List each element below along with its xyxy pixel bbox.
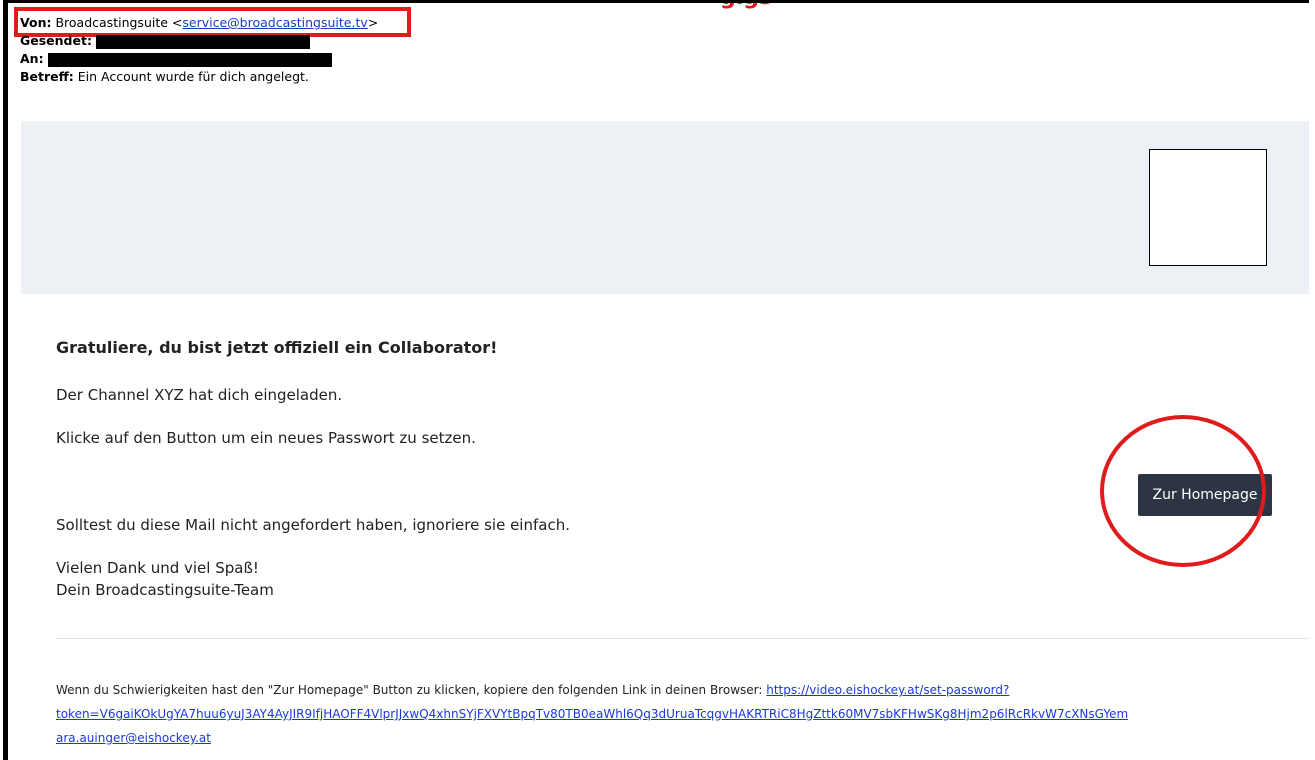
footer-line-3: ara.auinger@eishockey.at [56,726,1128,750]
button-highlight-circle [1100,415,1266,567]
password-link-part3[interactable]: ara.auinger@eishockey.at [56,731,211,745]
to-row: An: [20,51,378,69]
email-footer: Wenn du Schwierigkeiten hast den "Zur Ho… [56,678,1128,750]
footer-divider [56,638,1309,639]
password-link-part1[interactable]: https://video.eishockey.at/set-password? [766,683,1009,697]
button-spacer [56,470,570,514]
sent-label: Gesendet: [20,33,92,48]
subject-label: Betreff: [20,69,74,84]
thanks-text: Vielen Dank und viel Spaß! [56,559,259,577]
sent-row: Gesendet: [20,33,378,51]
logo-placeholder [1149,149,1267,266]
footer-line-2: token=V6gaiKOkUgYA7huu6yuJ3AY4AyJIR9IfjH… [56,702,1128,726]
sent-redacted [95,34,310,49]
password-link-part2[interactable]: token=V6gaiKOkUgYA7huu6yuJ3AY4AyJIR9IfjH… [56,707,1128,721]
to-redacted [47,52,332,67]
invite-text: Der Channel XYZ hat dich eingeladen. [56,386,343,404]
email-body: Gratuliere, du bist jetzt offiziell ein … [56,337,570,601]
email-window: Von: Broadcastingsuite <service@broadcas… [3,0,1309,760]
footer-line-1: Wenn du Schwierigkeiten hast den "Zur Ho… [56,678,1128,702]
ignore-text: Solltest du diese Mail nicht angefordert… [56,516,570,534]
subject-text: Ein Account wurde für dich angelegt. [77,69,309,84]
from-row: Von: Broadcastingsuite <service@broadcas… [14,7,411,37]
trouble-text: Wenn du Schwierigkeiten hast den "Zur Ho… [56,683,763,697]
instruction-text: Klicke auf den Button um ein neues Passw… [56,429,476,447]
email-banner [21,121,1309,294]
email-headers: Von: Broadcastingsuite <service@broadcas… [14,7,411,87]
to-label: An: [20,51,44,66]
subject-row: Betreff: Ein Account wurde für dich ange… [20,69,378,87]
body-headline: Gratuliere, du bist jetzt offiziell ein … [56,338,498,357]
cropped-annotation-title: gigs [720,3,772,10]
signature-text: Dein Broadcastingsuite-Team [56,581,274,599]
